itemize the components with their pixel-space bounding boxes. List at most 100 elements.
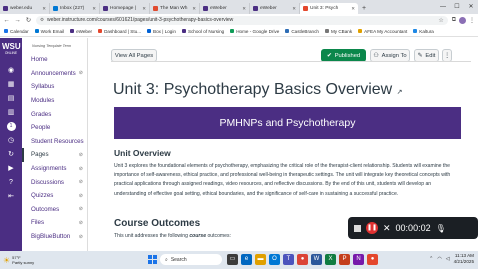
forward-icon[interactable]: → (14, 17, 21, 24)
course-nav-item[interactable]: BigBlueButton ⊘ (22, 230, 87, 244)
course-nav-item[interactable]: Assignments ⊘ (22, 162, 87, 176)
windows-start-icon[interactable] (148, 255, 157, 264)
course-nav-item[interactable]: People (22, 121, 87, 135)
task-view-icon[interactable]: ▭ (227, 254, 238, 265)
pencil-icon: ✎ (417, 52, 423, 59)
course-nav-label: Discussions (31, 178, 65, 186)
edge-icon[interactable]: e (241, 254, 252, 265)
hidden-eye-icon: ⊘ (78, 151, 83, 158)
bookmark-item[interactable]: Dashboard | Stu... (98, 29, 141, 34)
collapse-nav-icon[interactable]: ⇤ (6, 192, 16, 201)
back-icon[interactable]: ← (3, 17, 10, 24)
tab-close-icon[interactable]: ✕ (192, 6, 196, 12)
browser-menu-icon[interactable]: ⋮ (469, 17, 475, 24)
word-icon[interactable]: W (311, 254, 322, 265)
course-nav-item[interactable]: Pages ⊘ (22, 148, 87, 162)
course-nav-item[interactable]: Modules (22, 94, 87, 108)
tab-close-icon[interactable]: ✕ (351, 6, 355, 12)
pause-recording-button[interactable]: ❚❚ (366, 222, 378, 234)
tab-close-icon[interactable]: ✕ (142, 6, 146, 12)
address-bar-row: ← → ↻ ⚙ weber.instructure.com/courses/60… (0, 14, 478, 26)
bookmark-item[interactable]: My CBank (324, 29, 352, 34)
recorder-app-icon[interactable]: ● (367, 254, 378, 265)
course-nav-item[interactable]: Grades (22, 107, 87, 121)
courses-icon[interactable]: ▤ (6, 94, 16, 103)
banner-text: PMHNPs and Psychotherapy (219, 117, 356, 129)
outlook-icon[interactable]: O (269, 254, 280, 265)
file-explorer-icon[interactable]: ▬ (255, 254, 266, 265)
tray-chevron-icon[interactable]: ⌃ (429, 256, 433, 262)
weather-widget[interactable]: ☀ 57°F Partly sunny (0, 255, 63, 265)
calendar-icon[interactable]: ▥ (6, 108, 16, 117)
close-window-icon[interactable]: ✕ (464, 0, 478, 14)
taskbar-clock[interactable]: 11:13 AM 4/21/2025 (454, 253, 474, 265)
bookmark-item[interactable]: CastleBranch (285, 29, 319, 34)
reload-icon[interactable]: ↻ (25, 16, 32, 24)
browser-tab[interactable]: Homepage | ✕ (100, 3, 150, 14)
microphone-icon[interactable]: 🎙 (436, 224, 446, 233)
recording-timer: 00:00:02 (395, 223, 431, 233)
minimize-icon[interactable]: — (436, 0, 450, 14)
cancel-recording-icon[interactable]: ✕ (383, 223, 391, 234)
trend-icon: ↗ (396, 89, 403, 96)
course-nav-item[interactable]: Student Resources (22, 135, 87, 149)
wifi-icon[interactable]: ◠ (437, 256, 441, 262)
new-tab-button[interactable]: + (358, 3, 370, 14)
studio-icon[interactable]: ▶ (6, 164, 16, 173)
tab-favicon-icon (153, 6, 158, 11)
course-nav-item[interactable]: Announcements ⊘ (22, 67, 87, 81)
site-info-icon[interactable]: ⚙ (40, 17, 44, 23)
page-title: Unit 3: Psychotherapy Basics Overview ↗ (113, 81, 403, 99)
stop-recording-button[interactable] (354, 224, 361, 232)
bookmark-item[interactable]: Home - Google Drive (230, 29, 279, 34)
course-nav-item[interactable]: Outcomes ⊘ (22, 203, 87, 217)
maximize-icon[interactable]: ☐ (450, 0, 464, 14)
url-input[interactable]: ⚙ weber.instructure.com/courses/601621/p… (36, 15, 448, 25)
extensions-icon[interactable]: ⧉ (452, 17, 456, 24)
history-icon[interactable]: ◷ (6, 136, 16, 145)
url-text: weber.instructure.com/courses/601621/pag… (47, 17, 234, 23)
tab-close-icon[interactable]: ✕ (292, 6, 296, 12)
bookmark-item[interactable]: eWeber (70, 29, 92, 34)
taskbar-apps: ▭ e ▬ O T ● W X P N ● (227, 254, 378, 265)
browser-tab[interactable]: Inbox (227) ✕ (50, 3, 100, 14)
wsu-logo[interactable]: WSU ONLINE (2, 42, 21, 61)
browser-tab[interactable]: The Man Wh ✕ (150, 3, 200, 14)
excel-icon[interactable]: X (325, 254, 336, 265)
browser-tab[interactable]: eWeber ✕ (250, 3, 300, 14)
inbox-icon[interactable]: 1 (6, 122, 16, 131)
chrome-icon[interactable]: ● (297, 254, 308, 265)
powerpoint-icon[interactable]: P (339, 254, 350, 265)
bookmark-item[interactable]: AFEA My Accountant (358, 29, 407, 34)
teams-icon[interactable]: T (283, 254, 294, 265)
user-plus-icon: ⚇ (373, 52, 379, 59)
course-nav-item[interactable]: Discussions ⊘ (22, 175, 87, 189)
bookmark-item[interactable]: Kaltura (413, 29, 434, 34)
help-icon[interactable]: ? (6, 178, 16, 187)
course-nav-item[interactable]: Home (22, 53, 87, 67)
tab-close-icon[interactable]: ✕ (42, 6, 46, 12)
browser-tab[interactable]: Unit 3: Psych ✕ (300, 3, 358, 14)
bookmark-item[interactable]: Calendar (4, 29, 29, 34)
bookmark-star-icon[interactable]: ☆ (438, 17, 443, 24)
browser-tab[interactable]: eWeber ✕ (200, 3, 250, 14)
bookmark-item[interactable]: School of Nursing (181, 28, 225, 34)
volume-icon[interactable]: ◁ (446, 256, 450, 262)
bookmark-label: School of Nursing (187, 28, 225, 34)
commons-icon[interactable]: ↻ (6, 150, 16, 159)
onenote-icon[interactable]: N (353, 254, 364, 265)
course-nav-item[interactable]: Syllabus (22, 80, 87, 94)
bookmark-favicon-icon (4, 29, 8, 33)
tab-close-icon[interactable]: ✕ (242, 6, 246, 12)
profile-avatar[interactable] (459, 16, 466, 24)
dashboard-icon[interactable]: ▦ (6, 80, 16, 89)
course-nav-item[interactable]: Files ⊘ (22, 216, 87, 230)
tab-close-icon[interactable]: ✕ (92, 6, 96, 12)
account-icon[interactable]: ◉ (6, 66, 16, 75)
bookmark-item[interactable]: Box | Login (147, 29, 176, 34)
bookmark-item[interactable]: Work Email (34, 29, 64, 34)
taskbar-search[interactable]: ⌕ Search (160, 254, 222, 265)
term-label: Nursing Template Term (32, 44, 72, 48)
browser-tab[interactable]: weber.edu ✕ (0, 3, 50, 14)
course-nav-item[interactable]: Quizzes ⊘ (22, 189, 87, 203)
